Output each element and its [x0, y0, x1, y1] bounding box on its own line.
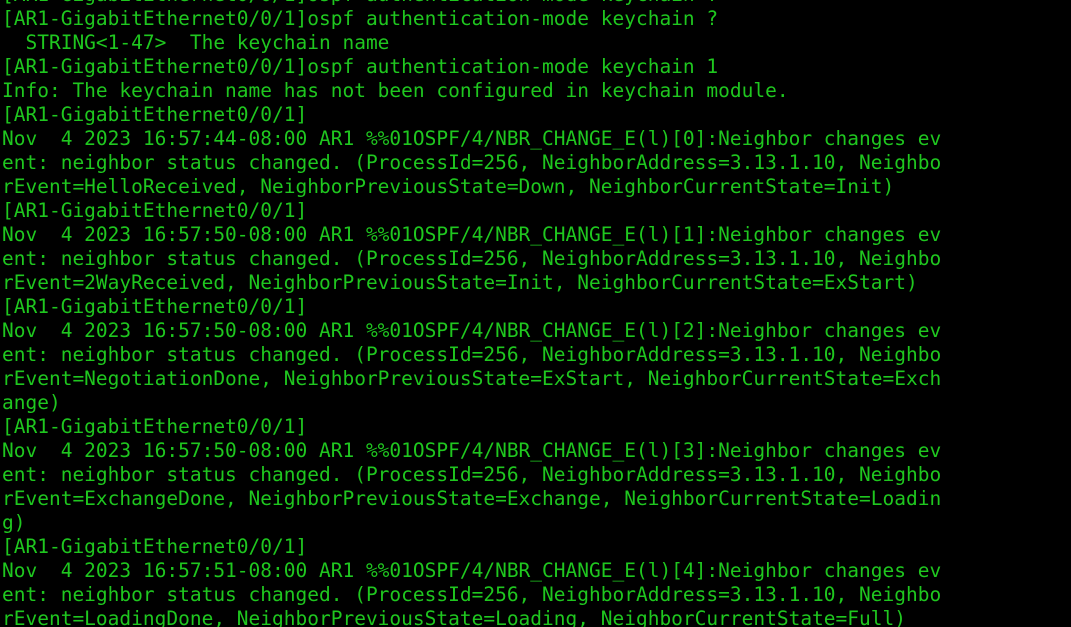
terminal-line-prompt: [AR1-GigabitEthernet0/0/1]: [2, 199, 308, 222]
terminal-line-log: g): [2, 511, 26, 534]
terminal-line-log: ent: neighbor status changed. (ProcessId…: [2, 463, 942, 486]
terminal-line-log: ange): [2, 391, 61, 414]
terminal-line-log: ent: neighbor status changed. (ProcessId…: [2, 151, 942, 174]
terminal-line-prompt: [AR1-GigabitEthernet0/0/1]: [2, 535, 308, 558]
terminal-line-prompt: [AR1-GigabitEthernet0/0/1]ospf authentic…: [2, 0, 1069, 7]
terminal-line-log: rEvent=NegotiationDone, NeighborPrevious…: [2, 367, 942, 390]
terminal-line-help: STRING<1-47> The keychain name: [2, 31, 390, 54]
terminal-line-log: Nov 4 2023 16:57:50-08:00 AR1 %%01OSPF/4…: [2, 223, 942, 246]
terminal-output-buffer[interactable]: [AR1-GigabitEthernet0/0/1]ospf authentic…: [0, 0, 1071, 627]
terminal-line-prompt: [AR1-GigabitEthernet0/0/1]: [2, 415, 308, 438]
terminal-line-prompt: [AR1-GigabitEthernet0/0/1]ospf authentic…: [2, 7, 719, 30]
terminal-line-log: rEvent=2WayReceived, NeighborPreviousSta…: [2, 271, 918, 294]
terminal-line-log: ent: neighbor status changed. (ProcessId…: [2, 247, 942, 270]
terminal-line-prompt: [AR1-GigabitEthernet0/0/1]: [2, 103, 308, 126]
terminal-line-log: rEvent=ExchangeDone, NeighborPreviousSta…: [2, 487, 942, 510]
terminal-line-log: Nov 4 2023 16:57:50-08:00 AR1 %%01OSPF/4…: [2, 319, 942, 342]
terminal-line-log: Nov 4 2023 16:57:51-08:00 AR1 %%01OSPF/4…: [2, 559, 942, 582]
terminal-line-log: rEvent=LoadingDone, NeighborPreviousStat…: [2, 607, 906, 627]
terminal-line-log: ent: neighbor status changed. (ProcessId…: [2, 583, 942, 606]
terminal-line-prompt: [AR1-GigabitEthernet0/0/1]ospf authentic…: [2, 55, 719, 78]
terminal-line-log: rEvent=HelloReceived, NeighborPreviousSt…: [2, 175, 895, 198]
terminal-line-prompt: [AR1-GigabitEthernet0/0/1]: [2, 295, 308, 318]
terminal-line-log: Nov 4 2023 16:57:50-08:00 AR1 %%01OSPF/4…: [2, 439, 942, 462]
terminal-window[interactable]: [AR1-GigabitEthernet0/0/1]ospf authentic…: [0, 0, 1071, 627]
terminal-line-log: ent: neighbor status changed. (ProcessId…: [2, 343, 942, 366]
terminal-line-info: Info: The keychain name has not been con…: [2, 79, 789, 102]
terminal-line-log: Nov 4 2023 16:57:44-08:00 AR1 %%01OSPF/4…: [2, 127, 942, 150]
